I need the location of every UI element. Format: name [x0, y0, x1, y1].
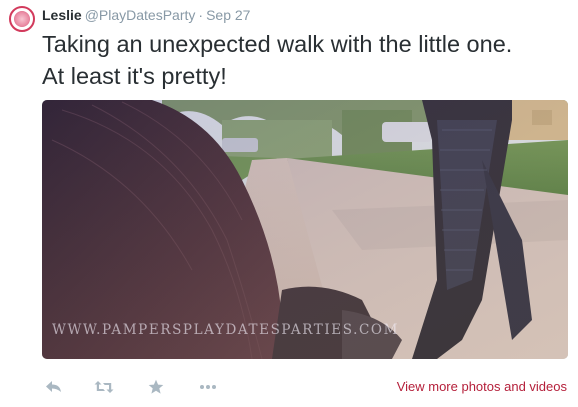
separator-dot: · [198, 7, 204, 23]
favorite-button[interactable] [144, 375, 168, 399]
tweet-photo[interactable]: WWW.PAMPERSPLAYDATESPARTIES.COM [42, 100, 568, 359]
author-handle[interactable]: @PlayDatesParty [85, 7, 196, 23]
view-more-photos-link[interactable]: View more photos and videos [397, 379, 567, 394]
tweet-header: Leslie @PlayDatesParty · Sep 27 [42, 6, 250, 24]
retweet-button[interactable] [92, 375, 116, 399]
tweet-text-line-2: At least it's pretty! [42, 63, 227, 89]
reply-icon [46, 381, 61, 392]
tweet-card: Leslie @PlayDatesParty · Sep 27 Taking an u… [0, 0, 578, 407]
tweet-date[interactable]: Sep 27 [206, 7, 250, 23]
more-dots-icon [200, 385, 216, 389]
retweet-icon [94, 381, 114, 393]
more-button[interactable] [196, 375, 220, 399]
tweet-text-line-1: Taking an unexpected walk with the littl… [42, 31, 513, 57]
author-name[interactable]: Leslie [42, 7, 82, 23]
star-icon [148, 379, 164, 394]
photo-scene [42, 100, 568, 359]
pink-circle-logo-icon [14, 11, 30, 27]
reply-button[interactable] [42, 375, 66, 399]
tweet-text: Taking an unexpected walk with the littl… [42, 28, 562, 92]
avatar[interactable] [9, 6, 35, 32]
photo-watermark: WWW.PAMPERSPLAYDATESPARTIES.COM [52, 322, 400, 338]
